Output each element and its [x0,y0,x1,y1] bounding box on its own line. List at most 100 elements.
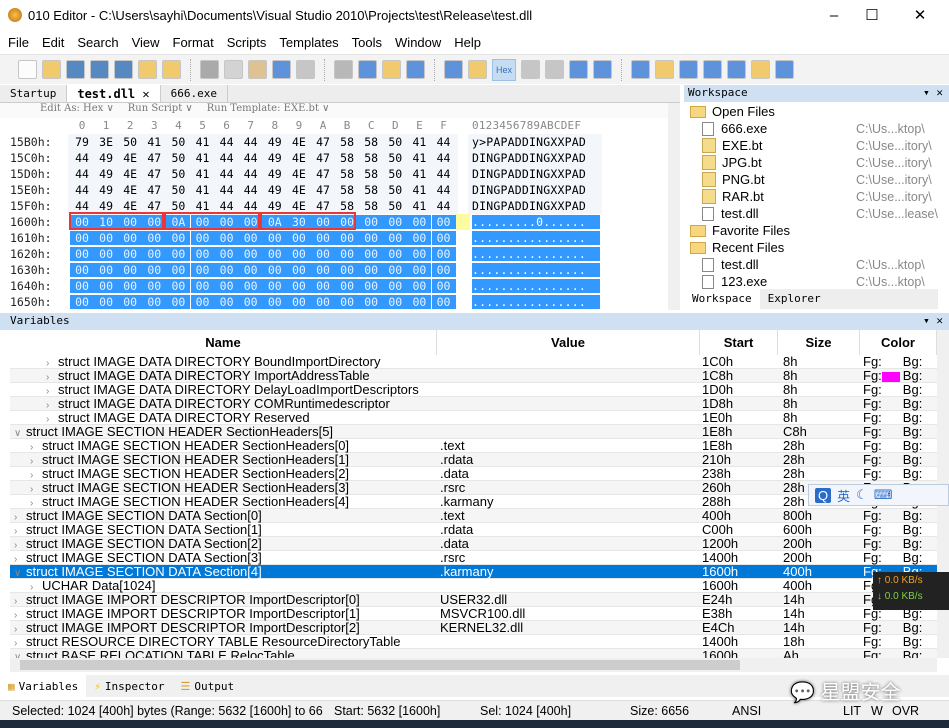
variable-row[interactable]: ›UCHAR Data[1024]1600h400hFg:Bg: [10,579,937,593]
edit-as-dropdown[interactable]: Edit As: Hex ∨ [40,103,114,118]
toolbar-button-icon[interactable] [521,60,540,79]
hex-byte[interactable]: 00 [190,295,215,309]
variable-row[interactable]: › struct IMAGE SECTION DATA Section[0] .te… [10,509,937,523]
variable-color[interactable]: Fg: Bg: [863,397,937,411]
hex-byte[interactable]: 58 [359,183,383,197]
horizontal-scrollbar[interactable] [10,658,937,672]
hex-byte[interactable]: 00 [166,231,191,245]
variable-color[interactable]: Fg: Bg: [863,649,937,658]
workspace-item[interactable]: JPG.bt C:\Use...itory\ [702,154,942,171]
collapse-caret-icon[interactable]: ∨ [14,651,26,658]
expand-caret-icon[interactable]: › [46,371,58,383]
hex-byte[interactable]: 00 [431,295,456,309]
ascii-text[interactable]: ................ [472,231,600,245]
hex-byte[interactable]: 00 [166,263,191,277]
hex-byte[interactable]: 00 [214,295,239,309]
hex-byte[interactable]: 00 [94,279,119,293]
hex-byte[interactable]: 4E [287,135,311,149]
column-header-size[interactable]: Size [778,330,860,355]
hex-byte[interactable]: 49 [263,183,287,197]
expand-caret-icon[interactable]: › [46,357,58,369]
toolbar-button-icon[interactable] [296,60,315,79]
hex-row[interactable]: 15E0h: 44 49 4E 47 50 41 44 44 49 4E 47 58 58 50 41 44 DI… [0,182,668,198]
hex-byte[interactable]: 00 [335,295,360,309]
hex-byte[interactable]: 00 [142,279,167,293]
bottom-tab-variables[interactable]: ▦ Variables [0,675,87,697]
variable-color[interactable]: Fg: Bg: [863,425,937,439]
variable-row[interactable]: › struct RESOURCE DIRECTORY TABLE Resourc… [10,635,937,649]
hex-byte[interactable]: 00 [238,279,263,293]
hex-byte[interactable]: 41 [407,135,431,149]
hex-mode-button[interactable]: Hex [492,58,516,81]
toolbar-button-icon[interactable] [272,60,291,79]
variable-row[interactable]: › struct IMAGE DATA DIRECTORY DelayLoadIm… [10,383,937,397]
hex-byte[interactable]: 47 [311,151,335,165]
hex-byte[interactable]: 50 [166,199,190,213]
status-lit[interactable]: LIT [843,704,861,718]
hex-byte[interactable]: 00 [311,263,335,277]
hex-byte[interactable]: 50 [383,151,407,165]
hex-byte[interactable]: 00 [262,231,287,245]
hex-byte[interactable]: 44 [70,167,94,181]
ascii-text[interactable]: DINGPADDINGXXPAD [472,183,586,197]
status-w[interactable]: W [871,704,883,718]
variable-row[interactable]: › struct IMAGE SECTION HEADER SectionHead… [10,481,937,495]
column-header-start[interactable]: Start [700,330,778,355]
hex-byte[interactable]: 00 [311,231,335,245]
column-header-name[interactable]: Name [10,330,437,355]
close-button[interactable]: ✕ [897,0,943,30]
hex-byte[interactable]: 00 [118,295,143,309]
hex-byte[interactable]: 00 [359,295,384,309]
hex-byte[interactable]: 00 [142,295,167,309]
variable-color[interactable]: Fg: Bg: [863,537,937,551]
hex-byte[interactable]: 00 [359,279,384,293]
hex-row[interactable]: 1650h: 00 00 00 00 00 00 00 00 00 00 00 00 00 00 00 00..… [0,294,668,310]
variable-row[interactable]: › struct IMAGE IMPORT DESCRIPTOR ImportDe… [10,621,937,635]
hex-byte[interactable]: 00 [214,231,239,245]
hex-byte[interactable]: 00 [407,279,432,293]
hex-byte[interactable]: 00 [142,263,167,277]
hex-byte[interactable]: 44 [239,183,263,197]
variable-row[interactable]: › struct IMAGE IMPORT DESCRIPTOR ImportDe… [10,607,937,621]
hex-byte[interactable]: 4E [287,199,311,213]
hex-byte[interactable]: 00 [359,231,384,245]
ascii-text[interactable]: y>PAPADDINGXXPAD [472,135,586,149]
hex-byte[interactable]: 00 [407,295,432,309]
workspace-item[interactable]: PNG.bt C:\Use...itory\ [702,171,942,188]
hex-byte[interactable]: 41 [407,183,431,197]
hex-byte[interactable]: 00 [262,247,287,261]
hex-byte[interactable]: 58 [335,167,359,181]
hex-byte[interactable]: 00 [70,263,94,277]
menu-window[interactable]: Window [395,35,441,50]
hex-byte[interactable]: 00 [431,231,456,245]
ime-mode[interactable]: 英 [837,486,850,505]
hex-byte[interactable]: 41 [407,151,431,165]
hex-byte[interactable]: 50 [166,135,190,149]
hex-byte[interactable]: 41 [407,199,431,213]
hex-byte[interactable]: 00 [262,295,287,309]
hex-byte[interactable]: 00 [190,231,215,245]
hex-byte[interactable]: 50 [383,167,407,181]
variable-row[interactable]: ∨ struct IMAGE SECTION DATA Section[4] .ka… [10,565,937,579]
hex-byte[interactable]: 00 [70,279,94,293]
ascii-text[interactable]: DINGPADDINGXXPAD [472,151,586,165]
hex-byte[interactable]: 00 [238,247,263,261]
hex-byte[interactable]: 00 [190,263,215,277]
hex-byte[interactable]: 00 [407,263,432,277]
ascii-text[interactable]: DINGPADDINGXXPAD [472,199,586,213]
hex-byte[interactable]: 00 [262,263,287,277]
tab-666exe[interactable]: 666.exe [161,85,228,102]
hex-byte[interactable]: 50 [383,199,407,213]
toolbar-button-icon[interactable] [382,60,401,79]
hex-byte[interactable]: 00 [238,263,263,277]
hex-byte[interactable]: 50 [383,183,407,197]
hex-byte[interactable]: 00 [118,231,143,245]
menu-help[interactable]: Help [454,35,481,50]
variable-row[interactable]: › struct IMAGE SECTION HEADER SectionHead… [10,453,937,467]
workspace-tab-workspace[interactable]: Workspace [684,289,760,309]
hex-byte[interactable]: 47 [311,167,335,181]
hex-byte[interactable]: 00 [238,295,263,309]
variable-color[interactable]: Fg: Bg: [863,439,937,453]
toolbar-button-icon[interactable] [545,60,564,79]
variable-row[interactable]: ∨ struct IMAGE SECTION HEADER SectionHead… [10,425,937,439]
